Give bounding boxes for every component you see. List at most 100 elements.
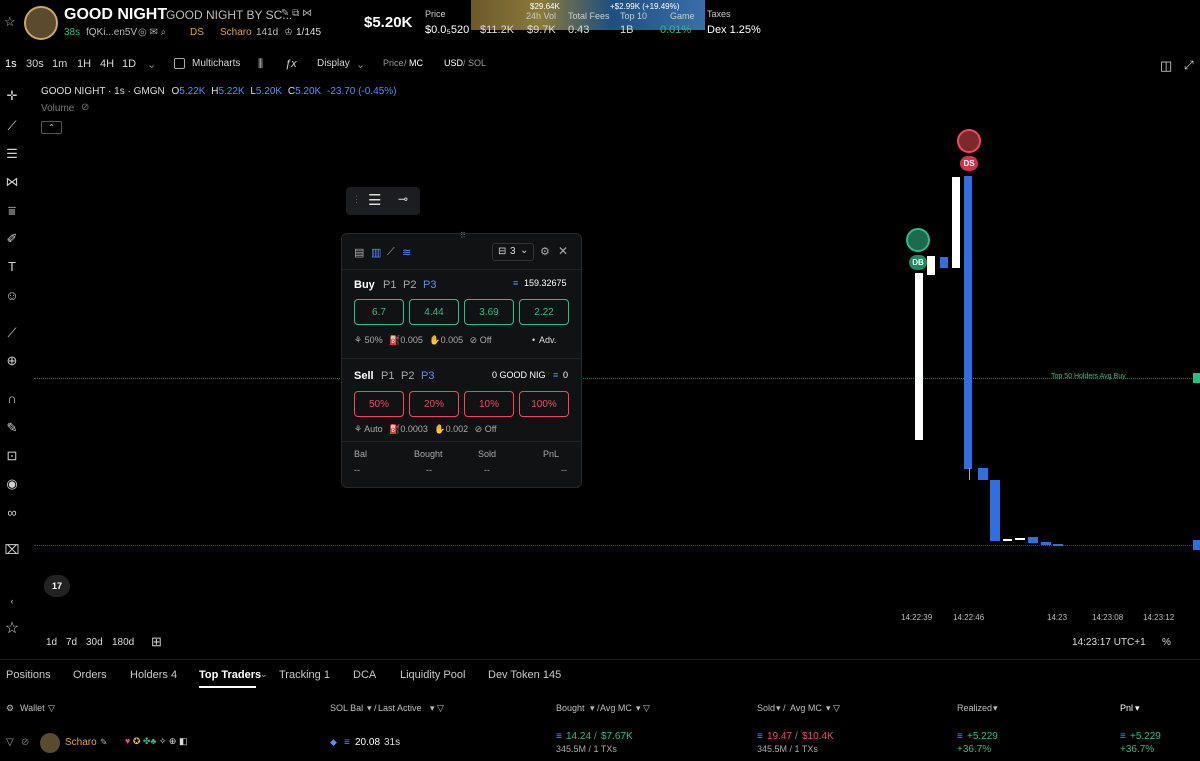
text-icon[interactable]: T — [0, 259, 24, 274]
trash-icon[interactable]: ⌧ — [0, 542, 24, 558]
interval-4h[interactable]: 4H — [100, 58, 114, 70]
interval-1h[interactable]: 1H — [77, 58, 91, 70]
fullscreen-icon[interactable]: ⤢ — [1184, 58, 1194, 73]
panel-drag-handle[interactable]: ⠿ — [460, 231, 466, 240]
slider-icon[interactable]: ⊸ — [398, 192, 408, 206]
sell-preset-p3[interactable]: P3 — [421, 370, 434, 382]
range-30d[interactable]: 30d — [86, 637, 103, 648]
favorite-star-icon[interactable]: ☆ — [0, 618, 24, 638]
display-button[interactable]: Display — [317, 58, 350, 69]
buy-settings[interactable]: ⚘ 50% ⛽0.005 ✋0.005 ⊘ Off — [354, 335, 492, 346]
th-bought-avg-mc[interactable]: Avg MC — [600, 703, 632, 713]
multicharts-label[interactable]: Multicharts — [192, 58, 240, 69]
buy-amount-button[interactable]: 3.69 — [464, 299, 514, 325]
th-realized[interactable]: Realized — [957, 703, 992, 713]
sell-percent-button[interactable]: 20% — [409, 391, 459, 417]
interval-1s[interactable]: 1s — [5, 58, 17, 70]
ruler-icon[interactable]: ⟋ — [0, 325, 24, 341]
price-toggle[interactable]: Price — [383, 58, 404, 68]
th-sold-avg-mc[interactable]: Avg MC — [790, 703, 822, 713]
bar-chart-icon[interactable]: ▥ — [371, 246, 381, 259]
buy-preset-p1[interactable]: P1 — [383, 279, 396, 291]
sell-percent-button[interactable]: 100% — [519, 391, 569, 417]
sol-toggle[interactable]: SOL — [468, 58, 486, 68]
brush-icon[interactable]: ✐ — [0, 231, 24, 247]
drag-handle-icon[interactable]: ⋮ — [352, 194, 361, 205]
range-7d[interactable]: 7d — [66, 637, 77, 648]
filter-icon[interactable]: ▾ ▽ — [636, 703, 650, 714]
collapse-legend-button[interactable]: ⌃ — [41, 121, 62, 134]
th-sold[interactable]: Sold — [757, 703, 775, 713]
pattern-icon[interactable]: ⋈ — [0, 174, 24, 190]
sell-preset-p2[interactable]: P2 — [401, 370, 414, 382]
edit-icon[interactable]: ✎ ⧉ ⋈ — [281, 8, 312, 19]
buy-amount-button[interactable]: 2.22 — [519, 299, 569, 325]
wallet-name[interactable]: Scharo — [65, 737, 97, 748]
fib-icon[interactable]: ☰ — [0, 146, 24, 162]
camera-icon[interactable]: ◫ — [1160, 58, 1172, 74]
star-icon[interactable]: ☆ — [4, 14, 16, 30]
token-address[interactable]: fQKi...en5V — [86, 27, 137, 38]
filter-icon[interactable]: ▽ — [48, 703, 55, 714]
link-icon[interactable]: ∞ — [0, 505, 24, 520]
trend-line-icon[interactable]: ⟋ — [0, 118, 24, 134]
usd-toggle[interactable]: USD — [444, 58, 463, 68]
buy-preset-p3[interactable]: P3 — [423, 279, 436, 291]
dev-buy-avatar[interactable] — [906, 228, 930, 252]
lines-icon[interactable]: ☰ — [368, 191, 381, 209]
floating-toolbar[interactable]: ⋮ ☰ ⊸ — [346, 187, 420, 215]
zoom-icon[interactable]: ⊕ — [0, 353, 24, 369]
crosshair-icon[interactable]: ✛ — [0, 88, 24, 104]
edit-icon[interactable]: ✎ — [100, 737, 108, 748]
adv-button[interactable]: Adv. — [539, 335, 556, 345]
th-pnl[interactable]: Pnl — [1120, 703, 1133, 713]
buy-amount-button[interactable]: 6.7 — [354, 299, 404, 325]
candle-type-icon[interactable]: ⫼ — [258, 58, 263, 71]
interval-1d[interactable]: 1D — [122, 58, 136, 70]
calendar-icon[interactable]: ⊞ — [151, 634, 162, 650]
line-chart-icon[interactable]: ⟋ — [387, 246, 395, 259]
interval-30s[interactable]: 30s — [26, 58, 44, 70]
sell-percent-button[interactable]: 50% — [354, 391, 404, 417]
settings-icon[interactable]: ⚙ — [6, 703, 14, 714]
range-180d[interactable]: 180d — [112, 637, 134, 648]
lock-icon[interactable]: ⊡ — [0, 448, 24, 464]
sell-percent-button[interactable]: 10% — [464, 391, 514, 417]
clock-display[interactable]: 14:23:17 UTC+1 — [1072, 637, 1146, 648]
multicharts-checkbox[interactable] — [174, 58, 185, 69]
marker-ds[interactable]: DS — [960, 156, 978, 171]
tab-dev-token[interactable]: Dev Token 145 — [488, 669, 561, 681]
chevron-down-icon[interactable]: ⌄ — [147, 58, 156, 71]
th-sol-bal[interactable]: SOL Bal — [330, 703, 363, 713]
social-icons[interactable]: ◎ ✉ ⌕ — [138, 27, 166, 38]
block-icon[interactable]: ⊘ — [21, 737, 29, 748]
panel-icon-1[interactable]: ▤ — [354, 246, 364, 259]
buy-amount-button[interactable]: 4.44 — [409, 299, 459, 325]
tab-top-traders[interactable]: Top Traders — [199, 669, 261, 681]
tab-dca[interactable]: DCA — [353, 669, 376, 681]
dev-sell-avatar[interactable] — [957, 129, 981, 153]
indicators-icon[interactable]: ƒx — [285, 58, 297, 70]
sell-settings[interactable]: ⚘ Auto ⛽0.0003 ✋0.002 ⊘ Off — [354, 424, 497, 435]
eye-icon[interactable]: ◉ — [0, 476, 24, 492]
tab-holders[interactable]: Holders 4 — [130, 669, 177, 681]
wave-icon[interactable]: ≋ — [402, 246, 411, 259]
sell-preset-p1[interactable]: P1 — [381, 370, 394, 382]
tab-liquidity-pool[interactable]: Liquidity Pool — [400, 669, 465, 681]
marker-db[interactable]: DB — [909, 255, 927, 270]
range-1d[interactable]: 1d — [46, 637, 57, 648]
mc-toggle[interactable]: MC — [409, 58, 423, 68]
collapse-icon[interactable]: ‹ — [0, 596, 24, 606]
emoji-icon[interactable]: ☺ — [0, 288, 24, 303]
th-last-active[interactable]: Last Active — [378, 703, 422, 713]
th-wallet[interactable]: Wallet — [20, 703, 45, 713]
projection-icon[interactable]: ⩸ — [0, 203, 24, 219]
tab-tracking[interactable]: Tracking 1 — [279, 669, 330, 681]
tab-orders[interactable]: Orders — [73, 669, 107, 681]
tab-positions[interactable]: Positions — [6, 669, 51, 681]
eye-off-icon[interactable]: ⊘ — [81, 102, 89, 113]
gear-icon[interactable]: ⚙ — [540, 245, 550, 258]
dev-name[interactable]: Scharo — [220, 27, 252, 38]
filter-icon[interactable]: ▾ ▽ — [826, 703, 840, 714]
magnet-icon[interactable]: ∩ — [0, 391, 24, 406]
